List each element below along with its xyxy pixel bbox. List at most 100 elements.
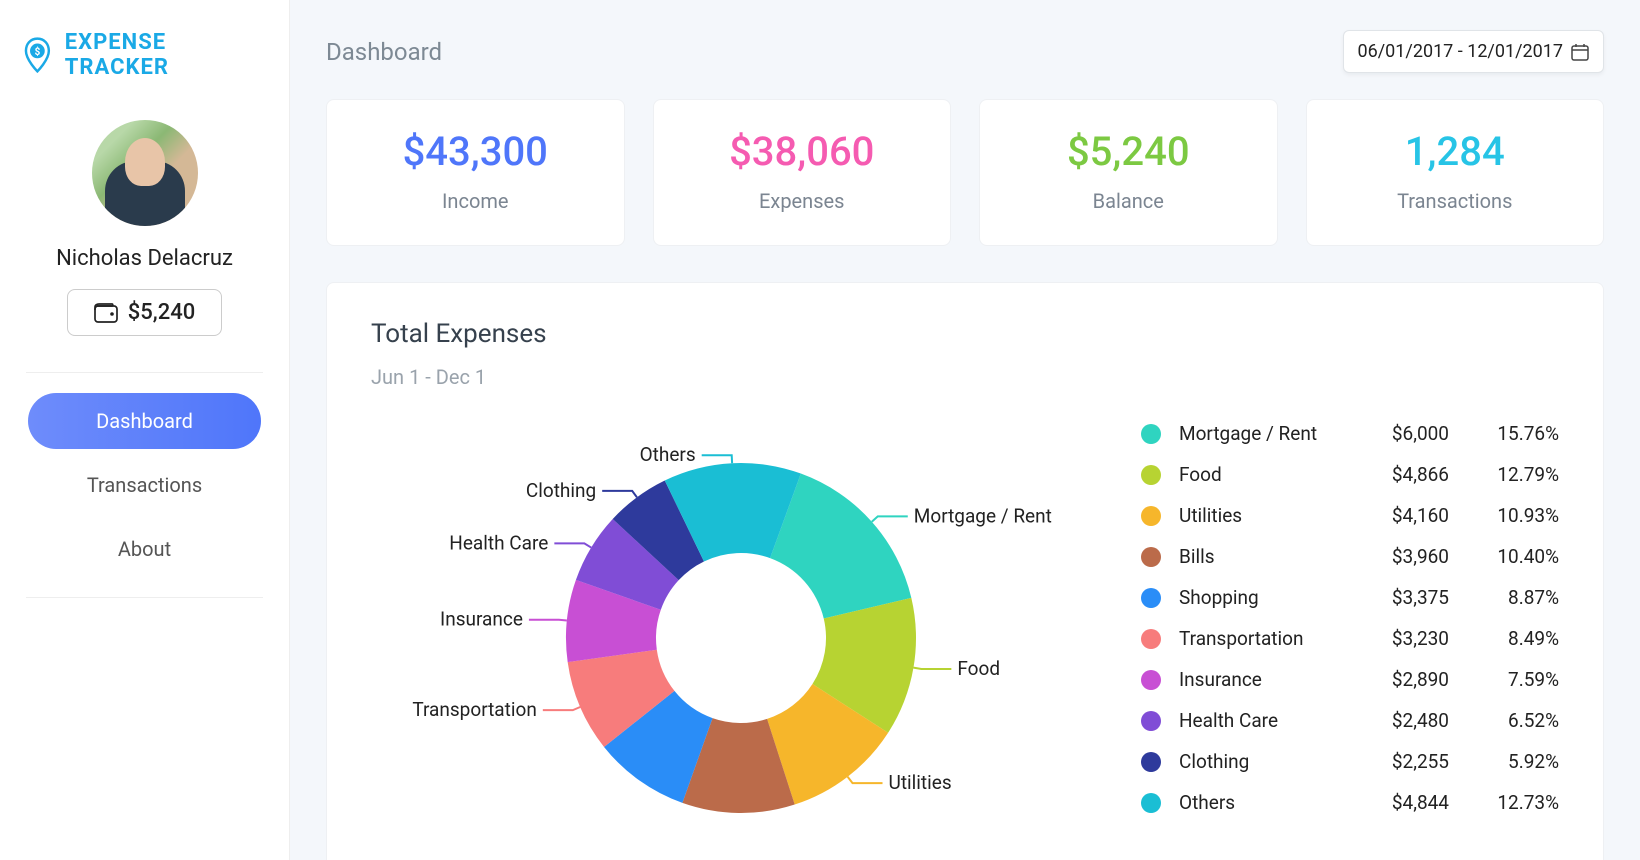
legend-pct: 12.79%	[1449, 463, 1559, 486]
panel-subtitle: Jun 1 - Dec 1	[371, 365, 1559, 389]
legend-swatch	[1141, 465, 1161, 485]
app-logo[interactable]: $ EXPENSE TRACKER	[0, 20, 289, 105]
slice-label: Utilities	[889, 771, 952, 794]
calendar-icon	[1571, 43, 1589, 61]
panel-title: Total Expenses	[371, 319, 1559, 349]
nav-item-transactions[interactable]: Transactions	[28, 457, 261, 513]
legend-pct: 12.73%	[1449, 791, 1559, 814]
legend-name: Health Care	[1179, 709, 1339, 732]
legend-row[interactable]: Insurance$2,8907.59%	[1141, 659, 1559, 700]
card-balance[interactable]: $5,240 Balance	[979, 99, 1278, 246]
legend-pct: 15.76%	[1449, 422, 1559, 445]
leader-line	[872, 516, 908, 521]
user-name: Nicholas Delacruz	[56, 246, 233, 271]
legend-amount: $3,960	[1339, 545, 1449, 568]
legend-name: Shopping	[1179, 586, 1339, 609]
legend-amount: $4,160	[1339, 504, 1449, 527]
slice-label: Clothing	[526, 479, 596, 502]
legend-amount: $6,000	[1339, 422, 1449, 445]
legend-name: Mortgage / Rent	[1179, 422, 1339, 445]
slice-label: Transportation	[412, 698, 536, 721]
legend-row[interactable]: Mortgage / Rent$6,00015.76%	[1141, 413, 1559, 454]
date-range-picker[interactable]: 06/01/2017 - 12/01/2017	[1343, 30, 1604, 73]
sidebar: $ EXPENSE TRACKER Nicholas Delacruz $5,2…	[0, 0, 290, 860]
leader-line	[543, 707, 580, 710]
nav-item-dashboard[interactable]: Dashboard	[28, 393, 261, 449]
legend-pct: 8.49%	[1449, 627, 1559, 650]
legend-pct: 6.52%	[1449, 709, 1559, 732]
slice-label: Food	[957, 657, 1000, 680]
card-expenses[interactable]: $38,060 Expenses	[653, 99, 952, 246]
legend-amount: $3,230	[1339, 627, 1449, 650]
leader-line	[529, 620, 567, 621]
wallet-amount: $5,240	[128, 300, 195, 325]
legend-name: Utilities	[1179, 504, 1339, 527]
leader-line	[554, 543, 591, 547]
legend-pct: 7.59%	[1449, 668, 1559, 691]
legend-amount: $2,890	[1339, 668, 1449, 691]
date-range-text: 06/01/2017 - 12/01/2017	[1358, 41, 1563, 62]
legend-row[interactable]: Clothing$2,2555.92%	[1141, 741, 1559, 782]
legend-row[interactable]: Transportation$3,2308.49%	[1141, 618, 1559, 659]
legend-row[interactable]: Utilities$4,16010.93%	[1141, 495, 1559, 536]
app-name: EXPENSE TRACKER	[65, 30, 269, 80]
page-title: Dashboard	[326, 38, 442, 66]
slice-label: Mortgage / Rent	[914, 504, 1052, 527]
legend-swatch	[1141, 793, 1161, 813]
slice-label: Health Care	[449, 531, 548, 554]
nav: Dashboard Transactions About	[0, 393, 289, 577]
legend-pct: 5.92%	[1449, 750, 1559, 773]
svg-text:$: $	[35, 47, 41, 58]
legend-swatch	[1141, 670, 1161, 690]
expenses-label: Expenses	[654, 189, 951, 213]
legend-row[interactable]: Bills$3,96010.40%	[1141, 536, 1559, 577]
legend-row[interactable]: Health Care$2,4806.52%	[1141, 700, 1559, 741]
summary-cards: $43,300 Income $38,060 Expenses $5,240 B…	[326, 99, 1604, 246]
legend-amount: $4,866	[1339, 463, 1449, 486]
legend-name: Others	[1179, 791, 1339, 814]
legend-amount: $3,375	[1339, 586, 1449, 609]
legend-swatch	[1141, 588, 1161, 608]
legend-name: Clothing	[1179, 750, 1339, 773]
expenses-value: $38,060	[654, 128, 951, 175]
transactions-label: Transactions	[1307, 189, 1604, 213]
chart-area: Mortgage / Rent Food Utilities Transportati…	[371, 413, 1559, 843]
legend-swatch	[1141, 547, 1161, 567]
leader-line	[848, 777, 883, 783]
balance-label: Balance	[980, 189, 1277, 213]
donut-chart[interactable]: Mortgage / Rent Food Utilities Transportati…	[371, 413, 1111, 843]
legend-pct: 10.40%	[1449, 545, 1559, 568]
income-label: Income	[327, 189, 624, 213]
legend-amount: $2,480	[1339, 709, 1449, 732]
legend-swatch	[1141, 711, 1161, 731]
legend-row[interactable]: Shopping$3,3758.87%	[1141, 577, 1559, 618]
legend-name: Food	[1179, 463, 1339, 486]
legend-swatch	[1141, 506, 1161, 526]
card-transactions[interactable]: 1,284 Transactions	[1306, 99, 1605, 246]
legend-amount: $2,255	[1339, 750, 1449, 773]
legend-name: Insurance	[1179, 668, 1339, 691]
avatar[interactable]	[92, 120, 198, 226]
leader-line	[913, 668, 951, 669]
legend-name: Bills	[1179, 545, 1339, 568]
leader-line	[702, 455, 732, 463]
wallet-icon	[94, 302, 118, 324]
nav-item-about[interactable]: About	[28, 521, 261, 577]
expenses-panel: Total Expenses Jun 1 - Dec 1 Mortgage / …	[326, 282, 1604, 860]
legend-amount: $4,844	[1339, 791, 1449, 814]
legend-row[interactable]: Others$4,84412.73%	[1141, 782, 1559, 823]
main-content: Dashboard 06/01/2017 - 12/01/2017 $43,30…	[290, 0, 1640, 860]
topbar: Dashboard 06/01/2017 - 12/01/2017	[326, 30, 1604, 73]
card-income[interactable]: $43,300 Income	[326, 99, 625, 246]
income-value: $43,300	[327, 128, 624, 175]
legend-pct: 10.93%	[1449, 504, 1559, 527]
legend-table: Mortgage / Rent$6,00015.76%Food$4,86612.…	[1111, 413, 1559, 843]
slice-label: Insurance	[440, 608, 523, 631]
wallet-balance-chip[interactable]: $5,240	[67, 289, 222, 336]
logo-icon: $	[20, 37, 55, 73]
legend-row[interactable]: Food$4,86612.79%	[1141, 454, 1559, 495]
legend-swatch	[1141, 629, 1161, 649]
legend-name: Transportation	[1179, 627, 1339, 650]
leader-line	[602, 491, 637, 497]
slice-label: Others	[640, 443, 696, 466]
